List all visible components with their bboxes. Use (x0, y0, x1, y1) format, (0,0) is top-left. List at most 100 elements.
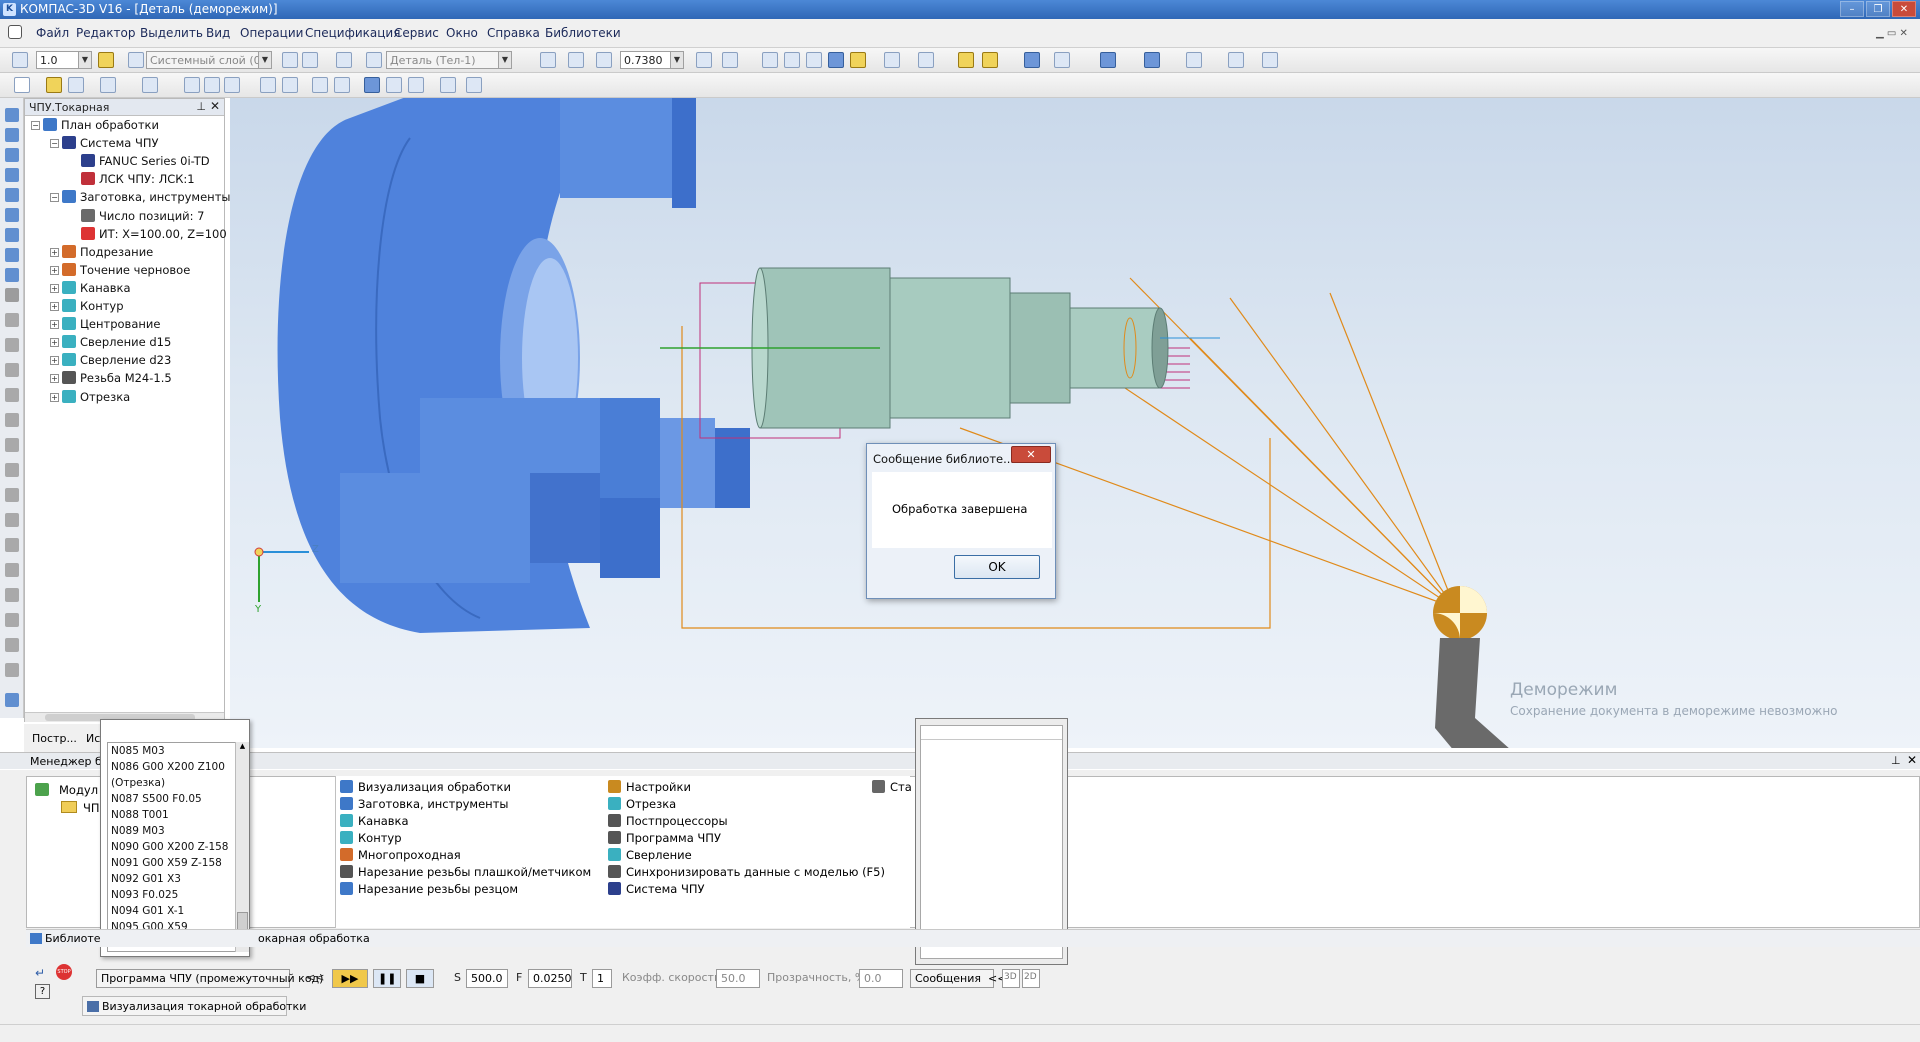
task-button[interactable]: Визуализация токарной обработки (82, 996, 306, 1016)
nc-code-line[interactable]: N090 G00 X200 Z-158 (111, 841, 228, 853)
tree-expander[interactable]: − (31, 121, 40, 130)
library-icon[interactable] (386, 77, 402, 93)
3d-viewport[interactable]: Z Y (230, 98, 1920, 748)
manager-icon[interactable] (364, 77, 380, 93)
tree-item[interactable]: Отрезка (62, 389, 130, 404)
tree-item[interactable]: FANUC Series 0i-TD (81, 154, 210, 168)
ok-button[interactable]: OK (954, 555, 1040, 579)
compact-icon-4[interactable] (5, 168, 19, 182)
new-file-icon[interactable] (14, 77, 30, 93)
tree-expander[interactable]: − (50, 139, 59, 149)
compact-icon-24[interactable] (5, 638, 19, 652)
tree-item[interactable]: Сверление d15 (62, 335, 171, 349)
help-icon[interactable] (466, 77, 482, 93)
code-scrollbar[interactable]: ▲ ▼ (235, 742, 249, 952)
compact-icon-2[interactable] (5, 128, 19, 142)
operation-item[interactable]: Канавка (340, 814, 409, 828)
calc-icon[interactable] (440, 77, 456, 93)
material-icon[interactable] (1100, 52, 1116, 68)
redo-icon[interactable] (334, 77, 350, 93)
nc-code-line[interactable]: N085 M03 (111, 745, 165, 757)
operation-item[interactable]: Настройки (608, 780, 691, 794)
nc-code-line[interactable]: N092 G01 X3 (111, 873, 181, 885)
nc-code-line[interactable]: N094 G01 X-1 (111, 905, 184, 917)
stop-button[interactable]: ■ (406, 969, 434, 988)
step-combo[interactable]: 1.0 ▼ (36, 51, 92, 69)
tree-expander[interactable]: + (50, 374, 59, 384)
measure-icon[interactable] (1054, 52, 1070, 68)
menu-view[interactable]: Вид (206, 26, 230, 40)
help-small-icon[interactable]: ? (35, 984, 50, 999)
paste-icon[interactable] (224, 77, 240, 93)
nc-code-line[interactable]: N089 M03 (111, 825, 165, 837)
zoom-in-icon[interactable] (596, 52, 612, 68)
tree-item[interactable]: Число позиций: 7 (81, 208, 205, 223)
menu-operations[interactable]: Операции (240, 26, 303, 40)
copy-props-icon[interactable] (302, 52, 318, 68)
axis-tool-icon[interactable] (12, 52, 28, 68)
zoom-all-icon[interactable] (568, 52, 584, 68)
tree-item[interactable]: ЛСК ЧПУ: ЛСК:1 (81, 172, 195, 186)
tree-item[interactable]: Точение черновое (62, 262, 190, 277)
compact-icon-18[interactable] (5, 488, 19, 502)
play-button[interactable]: ▶▶ (332, 969, 368, 988)
compact-icon-25[interactable] (5, 663, 19, 677)
shaded-edges-icon[interactable] (850, 52, 866, 68)
bottom-pin-icon[interactable]: ⊥ (1891, 754, 1901, 767)
filter-icon[interactable] (884, 52, 900, 68)
view-2d-button[interactable]: 2D (1022, 969, 1040, 988)
preview-icon[interactable] (142, 77, 158, 93)
maximize-button[interactable]: ❐ (1866, 1, 1890, 17)
stop-icon[interactable]: STOP (56, 964, 72, 980)
section-icon[interactable] (958, 52, 974, 68)
tree-item[interactable]: Центрование (62, 317, 160, 331)
tab-build[interactable]: Постр... (32, 732, 77, 745)
nc-code-line[interactable]: N088 T001 (111, 809, 169, 821)
compact-icon-1[interactable] (5, 108, 19, 122)
orientation-icon[interactable] (722, 52, 738, 68)
compact-icon-16[interactable] (5, 438, 19, 452)
operation-item[interactable]: Система ЧПУ (608, 882, 705, 896)
body-combo[interactable]: Деталь (Тел-1) ▼ (386, 51, 512, 69)
tree-expander[interactable]: + (50, 247, 59, 257)
operation-item[interactable]: Постпроцессоры (608, 814, 728, 828)
program-dropdown[interactable]: Программа ЧПУ (промежуточный код) (96, 969, 323, 988)
pin-icon[interactable]: ⊥ (196, 100, 206, 113)
operation-item[interactable]: Визуализация обработки (340, 780, 511, 794)
tab-other[interactable]: Ис (86, 732, 100, 745)
hidden-lines-icon[interactable] (784, 52, 800, 68)
cut-icon[interactable] (184, 77, 200, 93)
tree-item[interactable]: Заготовка, инструменты (62, 190, 230, 204)
operation-item[interactable]: Программа ЧПУ (608, 831, 721, 845)
compact-icon-12[interactable] (5, 338, 19, 352)
tree-item[interactable]: Резьба M24-1.5 (62, 371, 172, 385)
zoom-combo[interactable]: 0.7380 ▼ (620, 51, 684, 69)
tree-item[interactable]: Подрезание (62, 244, 153, 259)
document-menu-icon[interactable] (8, 25, 22, 39)
print-icon[interactable] (100, 77, 116, 93)
compact-icon-11[interactable] (5, 313, 19, 327)
s-value[interactable]: 500.0 (466, 969, 508, 988)
wireframe-icon[interactable] (762, 52, 778, 68)
close-window-button[interactable]: ✕ (1892, 1, 1916, 17)
tree-item[interactable]: Сверление d23 (62, 353, 171, 367)
layer-icon[interactable] (128, 52, 144, 68)
tree-item[interactable]: Канавка (62, 280, 131, 295)
pause-button[interactable]: ❚❚ (373, 969, 401, 988)
dialog-close-button[interactable]: ✕ (1011, 446, 1051, 463)
compact-icon-26[interactable] (5, 693, 19, 707)
menu-help[interactable]: Справка (487, 26, 540, 40)
operation-item[interactable]: Синхронизировать данные с моделью (F5) (608, 865, 885, 879)
tree-item[interactable]: План обработки (43, 118, 159, 132)
compact-icon-6[interactable] (5, 208, 19, 222)
scroll-up-icon[interactable]: ▲ (236, 742, 249, 754)
collapse-button[interactable]: << (306, 971, 324, 984)
tab-library[interactable]: Библиоте (30, 932, 101, 945)
close-panel-icon[interactable]: ✕ (210, 99, 220, 113)
operation-item[interactable]: Нарезание резьбы резцом (340, 882, 518, 896)
compact-icon-22[interactable] (5, 588, 19, 602)
nc-code-line[interactable]: (Отрезка) (111, 777, 165, 789)
compact-icon-8[interactable] (5, 248, 19, 262)
compact-icon-9[interactable] (5, 268, 19, 282)
f-value[interactable]: 0.0250 (528, 969, 572, 988)
